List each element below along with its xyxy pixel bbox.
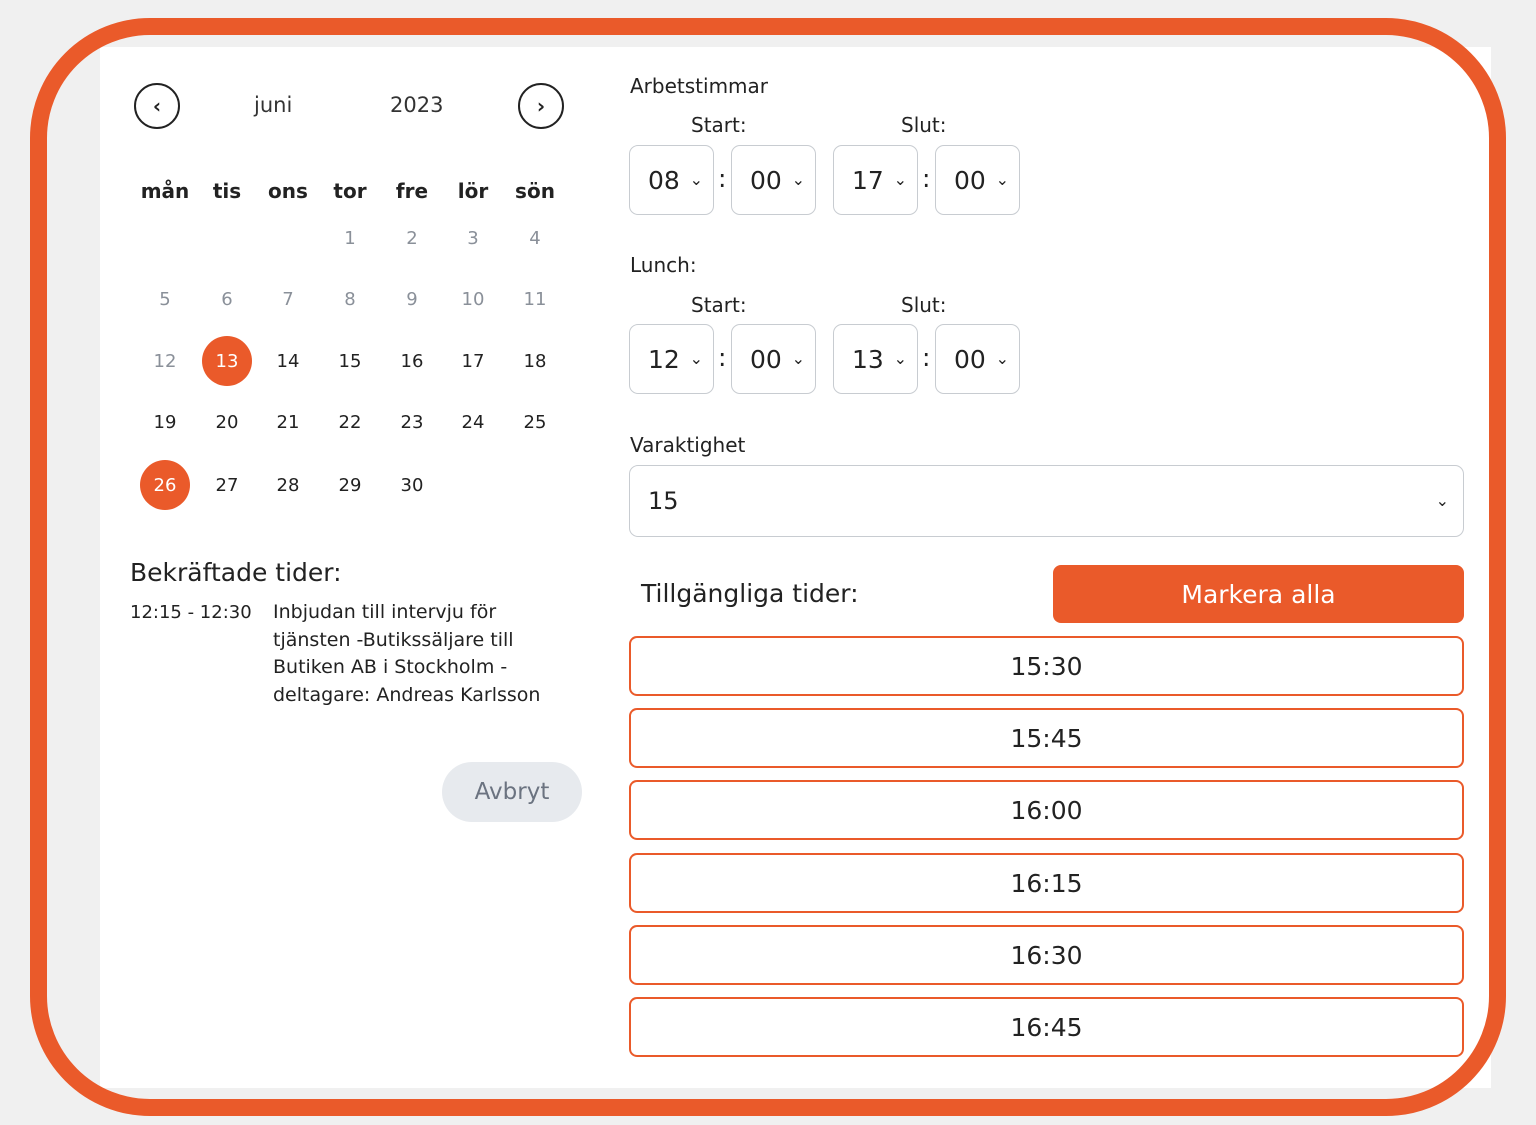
calendar-day[interactable]: 28 — [263, 460, 313, 510]
calendar-day[interactable]: 12 — [140, 336, 190, 386]
work-end-minute-select[interactable]: 00 ⌄ — [935, 145, 1020, 215]
time-separator: : — [922, 164, 931, 193]
calendar-day[interactable]: 16 — [387, 336, 437, 386]
calendar-day[interactable]: 7 — [263, 274, 313, 324]
time-slot-button[interactable]: 16:15 — [629, 853, 1464, 913]
lunch-end-minute-value: 00 — [954, 344, 986, 374]
confirmed-times-title: Bekräftade tider: — [130, 558, 342, 587]
chevron-left-icon: ‹ — [152, 94, 162, 118]
prev-month-button[interactable]: ‹ — [134, 83, 180, 129]
weekday-label: sön — [515, 179, 555, 203]
chevron-down-icon: ⌄ — [893, 349, 907, 368]
weekday-label: tor — [333, 179, 367, 203]
lunch-end-hour-select[interactable]: 13 ⌄ — [833, 324, 918, 394]
calendar-day[interactable]: 17 — [448, 336, 498, 386]
next-month-button[interactable]: › — [518, 83, 564, 129]
duration-title: Varaktighet — [630, 433, 746, 457]
weekday-label: tis — [212, 179, 242, 203]
weekday-label: ons — [268, 179, 308, 203]
calendar-day[interactable]: 27 — [202, 460, 252, 510]
year-label: 2023 — [390, 93, 444, 117]
time-slot-button[interactable]: 15:45 — [629, 708, 1464, 768]
work-start-label: Start: — [691, 113, 747, 137]
work-hours-title: Arbetstimmar — [630, 74, 769, 98]
time-separator: : — [718, 343, 727, 372]
calendar-day[interactable]: 8 — [325, 274, 375, 324]
calendar-day[interactable]: 14 — [263, 336, 313, 386]
work-end-hour-value: 17 — [852, 165, 884, 195]
weekday-label: fre — [395, 179, 429, 203]
lunch-end-hour-value: 13 — [852, 344, 884, 374]
booking-time: 12:15 - 12:30 — [130, 602, 252, 623]
calendar-day[interactable]: 25 — [510, 397, 560, 447]
work-start-minute-select[interactable]: 00 ⌄ — [731, 145, 816, 215]
chevron-down-icon: ⌄ — [791, 349, 805, 368]
calendar-day[interactable]: 23 — [387, 397, 437, 447]
calendar-day[interactable]: 15 — [325, 336, 375, 386]
calendar-day[interactable]: 24 — [448, 397, 498, 447]
duration-value: 15 — [648, 487, 679, 515]
calendar-day[interactable]: 4 — [510, 213, 560, 263]
time-slot-button[interactable]: 16:30 — [629, 925, 1464, 985]
work-start-minute-value: 00 — [750, 165, 782, 195]
available-times-title: Tillgängliga tider: — [641, 579, 859, 608]
calendar-day[interactable]: 19 — [140, 397, 190, 447]
calendar-day-selected[interactable]: 13 — [202, 336, 252, 386]
mark-all-button[interactable]: Markera alla — [1053, 565, 1464, 623]
calendar-day[interactable]: 29 — [325, 460, 375, 510]
chevron-down-icon: ⌄ — [689, 170, 703, 189]
chevron-down-icon: ⌄ — [791, 170, 805, 189]
calendar-day[interactable]: 10 — [448, 274, 498, 324]
lunch-start-hour-select[interactable]: 12 ⌄ — [629, 324, 714, 394]
time-slot-button[interactable]: 16:00 — [629, 780, 1464, 840]
lunch-title: Lunch: — [630, 253, 697, 277]
lunch-end-label: Slut: — [901, 293, 947, 317]
calendar-day[interactable]: 9 — [387, 274, 437, 324]
time-slot-button[interactable]: 15:30 — [629, 636, 1464, 696]
calendar-day[interactable]: 22 — [325, 397, 375, 447]
calendar-day[interactable]: 11 — [510, 274, 560, 324]
calendar-day[interactable]: 6 — [202, 274, 252, 324]
chevron-down-icon: ⌄ — [689, 349, 703, 368]
booking-panel: ‹ juni 2023 › mån tis ons tor fre lör sön 1234… — [100, 47, 1491, 1088]
chevron-down-icon: ⌄ — [995, 349, 1009, 368]
lunch-start-minute-value: 00 — [750, 344, 782, 374]
lunch-start-label: Start: — [691, 293, 747, 317]
chevron-down-icon: ⌄ — [1435, 491, 1449, 510]
weekday-label: mån — [140, 179, 190, 203]
chevron-down-icon: ⌄ — [893, 170, 907, 189]
work-end-hour-select[interactable]: 17 ⌄ — [833, 145, 918, 215]
calendar-day[interactable]: 30 — [387, 460, 437, 510]
calendar-day-selected[interactable]: 26 — [140, 460, 190, 510]
chevron-right-icon: › — [536, 94, 546, 118]
calendar-day[interactable]: 5 — [140, 274, 190, 324]
work-start-hour-select[interactable]: 08 ⌄ — [629, 145, 714, 215]
booking-description: Inbjudan till intervju för tjänsten -But… — [273, 601, 541, 706]
work-start-hour-value: 08 — [648, 165, 680, 195]
time-separator: : — [922, 343, 931, 372]
month-label: juni — [254, 93, 293, 117]
time-slot-button[interactable]: 16:45 — [629, 997, 1464, 1057]
work-end-label: Slut: — [901, 113, 947, 137]
calendar-day[interactable]: 18 — [510, 336, 560, 386]
lunch-start-minute-select[interactable]: 00 ⌄ — [731, 324, 816, 394]
lunch-start-hour-value: 12 — [648, 344, 680, 374]
calendar-day[interactable]: 3 — [448, 213, 498, 263]
calendar-day[interactable]: 20 — [202, 397, 252, 447]
cancel-button[interactable]: Avbryt — [442, 762, 582, 822]
work-end-minute-value: 00 — [954, 165, 986, 195]
lunch-end-minute-select[interactable]: 00 ⌄ — [935, 324, 1020, 394]
weekday-label: lör — [457, 179, 489, 203]
time-separator: : — [718, 164, 727, 193]
duration-select[interactable]: 15 ⌄ — [629, 465, 1464, 537]
chevron-down-icon: ⌄ — [995, 170, 1009, 189]
calendar-day[interactable]: 21 — [263, 397, 313, 447]
calendar-day[interactable]: 1 — [325, 213, 375, 263]
calendar-day[interactable]: 2 — [387, 213, 437, 263]
